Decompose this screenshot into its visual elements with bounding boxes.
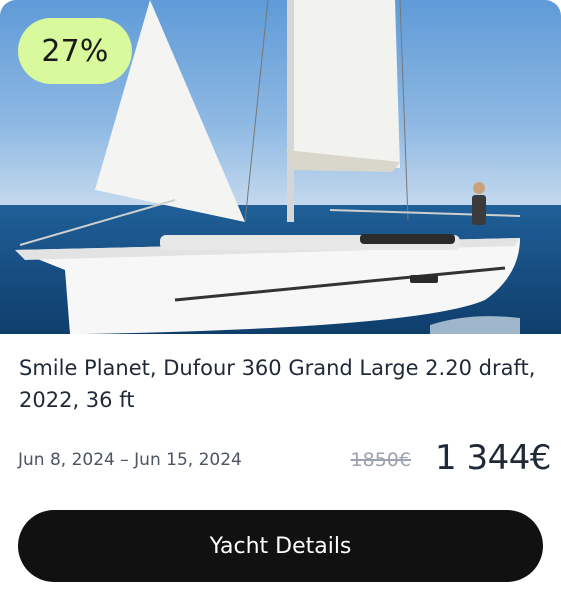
booking-info-row: Jun 8, 2024 – Jun 15, 2024 1850€ 1 344€: [18, 438, 551, 488]
yacht-listing-card[interactable]: 27% Smile Planet, Dufour 360 Grand Large…: [0, 0, 561, 600]
date-range: Jun 8, 2024 – Jun 15, 2024: [18, 450, 242, 470]
original-price: 1850€: [350, 449, 411, 471]
discount-badge: 27%: [18, 18, 132, 84]
discounted-price: 1 344€: [435, 438, 551, 478]
yacht-title: Smile Planet, Dufour 360 Grand Large 2.2…: [19, 356, 536, 412]
yacht-details-button[interactable]: Yacht Details: [18, 510, 543, 582]
yacht-photo[interactable]: 27%: [0, 0, 561, 334]
